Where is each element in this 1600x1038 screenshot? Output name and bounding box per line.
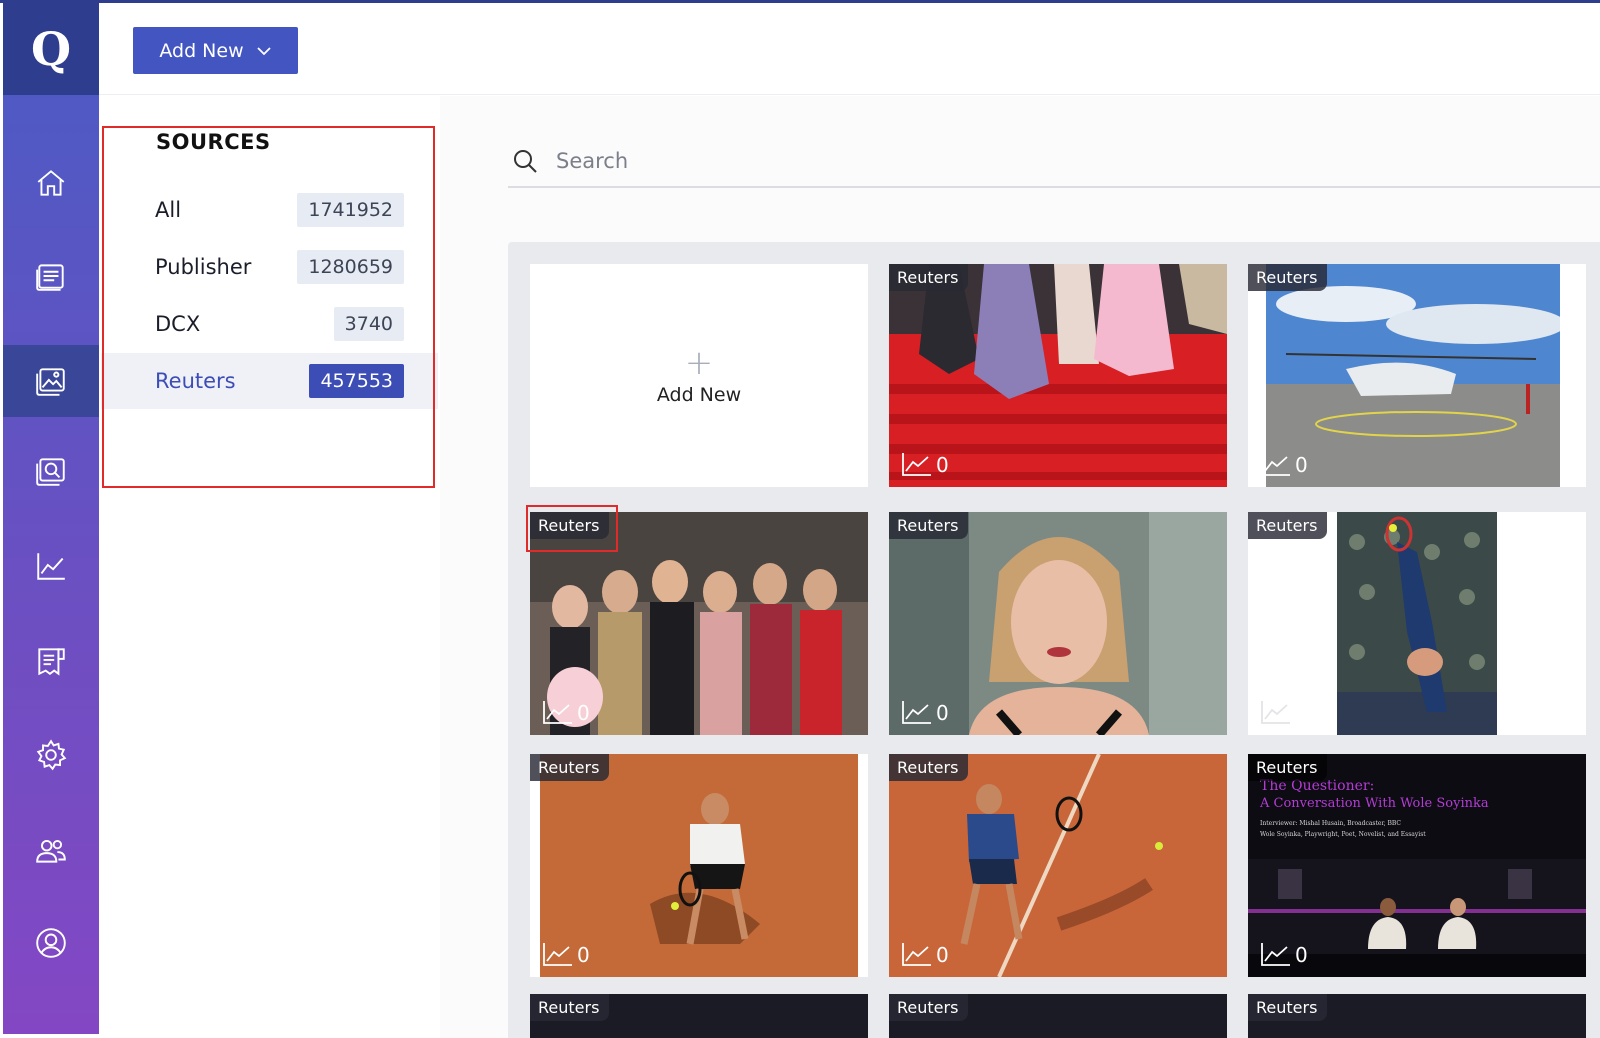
image-card[interactable]: Reuters — [530, 994, 868, 1038]
view-count: 0 — [936, 453, 949, 477]
stories-icon — [36, 264, 64, 291]
view-stats: 0 — [542, 699, 590, 725]
image-search-icon — [36, 458, 65, 486]
image-card[interactable]: Reuters 0 — [889, 754, 1227, 977]
search-icon — [514, 150, 537, 173]
source-badge: Reuters — [530, 754, 610, 781]
top-bar: Add New — [99, 3, 1600, 95]
chevron-down-icon — [257, 46, 271, 55]
image-thumbnail — [1266, 264, 1560, 487]
view-stats: 0 — [901, 699, 949, 725]
image-thumbnail — [1337, 512, 1497, 735]
analytics-chart-icon — [543, 701, 572, 724]
source-badge: Reuters — [1248, 754, 1328, 781]
app-logo[interactable]: Q — [3, 3, 99, 95]
analytics-chart-icon — [902, 453, 931, 476]
image-card[interactable]: Reuters 0 — [530, 754, 868, 977]
view-count: 0 — [577, 943, 590, 967]
badge-highlight-box — [526, 505, 618, 552]
settings-gear-icon — [36, 739, 67, 771]
source-badge: Reuters — [1248, 264, 1328, 291]
source-badge: Reuters — [1248, 994, 1328, 1021]
source-badge: Reuters — [889, 994, 969, 1021]
home-icon — [37, 170, 65, 196]
nav-settings[interactable] — [3, 719, 99, 791]
logo-letter: Q — [30, 22, 72, 76]
source-badge: Reuters — [889, 754, 969, 781]
image-card[interactable]: Reuters 0 — [889, 264, 1227, 487]
add-new-image-card[interactable]: + Add New — [530, 264, 868, 487]
nav-media-gallery[interactable] — [3, 345, 99, 417]
analytics-chart-icon — [902, 701, 931, 724]
search-bar — [508, 136, 1600, 188]
forms-icon — [38, 648, 65, 676]
analytics-icon — [37, 553, 65, 580]
image-card[interactable]: Reuters — [1248, 994, 1586, 1038]
nav-profile[interactable] — [3, 907, 99, 979]
image-card[interactable]: Reuters — [1248, 512, 1586, 735]
analytics-chart-icon — [543, 943, 572, 966]
add-new-label: Add New — [159, 39, 244, 62]
add-new-dropdown-button[interactable]: Add New — [133, 27, 298, 74]
source-badge: Reuters — [1248, 512, 1328, 539]
media-gallery: + Add New Reuters 0 — [440, 96, 1600, 1038]
view-stats: 0 — [901, 451, 949, 477]
image-card[interactable]: Reuters — [889, 994, 1227, 1038]
source-badge: Reuters — [889, 512, 969, 539]
slide-subtitle-line-2: Wole Soyinka, Playwright, Poet, Novelist… — [1260, 831, 1426, 838]
nav-forms[interactable] — [3, 625, 99, 697]
nav-image-search[interactable] — [3, 435, 99, 507]
nav-rail: Q — [3, 3, 99, 1034]
analytics-chart-icon — [1261, 453, 1290, 476]
media-gallery-icon — [36, 368, 65, 396]
plus-icon: + — [684, 342, 714, 383]
nav-stories[interactable] — [3, 240, 99, 312]
view-count: 0 — [936, 701, 949, 725]
view-count: 0 — [936, 943, 949, 967]
slide-title-line-2: A Conversation With Wole Soyinka — [1260, 796, 1489, 811]
source-badge: Reuters — [530, 994, 610, 1021]
search-input[interactable] — [556, 149, 1456, 173]
analytics-chart-icon — [1261, 701, 1290, 724]
sources-highlight-box — [102, 126, 435, 488]
image-card[interactable]: Reuters 0 — [889, 512, 1227, 735]
view-stats: 0 — [542, 941, 590, 967]
nav-users[interactable] — [3, 815, 99, 887]
analytics-chart-icon — [902, 943, 931, 966]
nav-analytics[interactable] — [3, 530, 99, 602]
sources-panel: SOURCES All 1741952 Publisher 1280659 DC… — [99, 96, 440, 1038]
image-card[interactable]: Reuters 0 — [1248, 264, 1586, 487]
slide-subtitle-line-1: Interviewer: Mishal Husain, Broadcaster,… — [1260, 820, 1401, 827]
view-count: 0 — [577, 701, 590, 725]
image-grid: + Add New Reuters 0 Reuters 0 Reuters 0 … — [508, 242, 1600, 1038]
source-badge: Reuters — [889, 264, 969, 291]
add-new-card-label: Add New — [656, 383, 742, 406]
image-card[interactable]: The Questioner: A Conversation With Wole… — [1248, 754, 1586, 977]
view-count: 0 — [1295, 943, 1308, 967]
view-stats: 0 — [901, 941, 949, 967]
view-stats: 0 — [1260, 941, 1308, 967]
profile-icon — [36, 928, 66, 958]
users-icon — [36, 839, 66, 863]
nav-home[interactable] — [3, 147, 99, 219]
view-stats — [1260, 699, 1295, 725]
analytics-chart-icon — [1261, 943, 1290, 966]
view-count: 0 — [1295, 453, 1308, 477]
view-stats: 0 — [1260, 451, 1308, 477]
